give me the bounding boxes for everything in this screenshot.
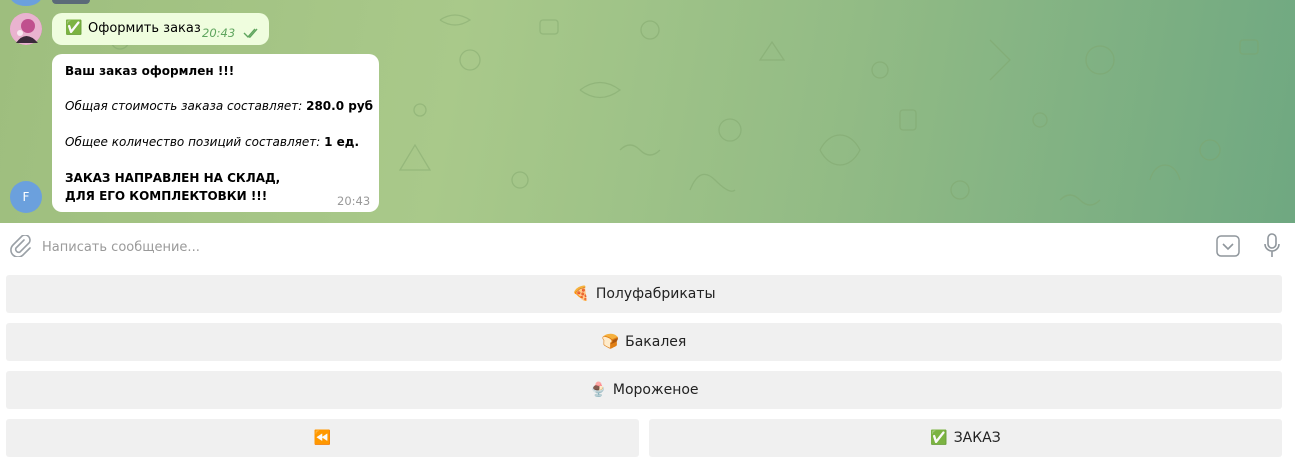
chat-background: ✅ Оформить заказ 20:43 Ваш заказ оформле… — [0, 0, 1295, 223]
microphone-icon[interactable] — [1264, 233, 1280, 259]
message-input[interactable] — [40, 234, 1184, 260]
order-cost-label: Общая стоимость заказа составляет: — [65, 99, 303, 113]
ice-cream-icon: 🍨 — [589, 382, 607, 398]
partial-bubble-top — [52, 0, 90, 4]
check-emoji-icon: ✅ — [65, 20, 83, 36]
outgoing-message-text: Оформить заказ — [88, 21, 201, 36]
order-quantity-label: Общее количество позиций составляет: — [65, 135, 321, 149]
incoming-message[interactable]: Ваш заказ оформлен !!! Общая стоимость з… — [52, 54, 379, 212]
rewind-icon: ⏪ — [313, 430, 332, 446]
keyboard-button-order[interactable]: ✅ ЗАКАЗ — [649, 419, 1282, 457]
attach-icon[interactable] — [9, 235, 31, 257]
keyboard-button-grocery[interactable]: 🍞 Бакалея — [6, 323, 1282, 361]
outgoing-message-time: 20:43 — [202, 26, 236, 40]
order-warehouse-line1: ЗАКАЗ НАПРАВЛЕН НА СКЛАД, — [65, 171, 281, 185]
bot-avatar[interactable]: F — [10, 181, 42, 213]
check-emoji-icon: ✅ — [930, 430, 948, 446]
keyboard-button-label: Мороженое — [612, 382, 699, 398]
order-warehouse-line2: ДЛЯ ЕГО КОМПЛЕКТОВКИ !!! — [65, 189, 268, 203]
keyboard-button-label: ЗАКАЗ — [953, 430, 1001, 446]
order-cost-value: 280.0 руб — [306, 99, 374, 113]
keyboard-button-back[interactable]: ⏪ — [6, 419, 639, 457]
message-composer — [0, 223, 1295, 269]
pizza-icon: 🍕 — [572, 286, 590, 302]
incoming-message-time: 20:43 — [337, 194, 371, 208]
user-avatar[interactable] — [10, 13, 42, 45]
user-avatar-image — [10, 13, 42, 45]
keyboard-button-semifinished[interactable]: 🍕 Полуфабрикаты — [6, 275, 1282, 313]
order-quantity-value: 1 ед. — [324, 135, 360, 149]
bread-icon: 🍞 — [601, 334, 620, 350]
order-confirmed-title: Ваш заказ оформлен !!! — [65, 64, 235, 78]
keyboard-button-label: Бакалея — [625, 334, 687, 350]
order-quantity-line: Общее количество позиций составляет: 1 е… — [65, 133, 359, 151]
bot-avatar-letter: F — [22, 190, 30, 204]
outgoing-message[interactable]: ✅ Оформить заказ 20:43 — [52, 13, 269, 45]
keyboard-button-label: Полуфабрикаты — [595, 286, 716, 302]
bot-keyboard-toggle-icon[interactable] — [1216, 235, 1240, 257]
order-cost-line: Общая стоимость заказа составляет: 280.0… — [65, 97, 373, 115]
double-check-icon — [243, 28, 258, 39]
keyboard-button-ice-cream[interactable]: 🍨 Мороженое — [6, 371, 1282, 409]
